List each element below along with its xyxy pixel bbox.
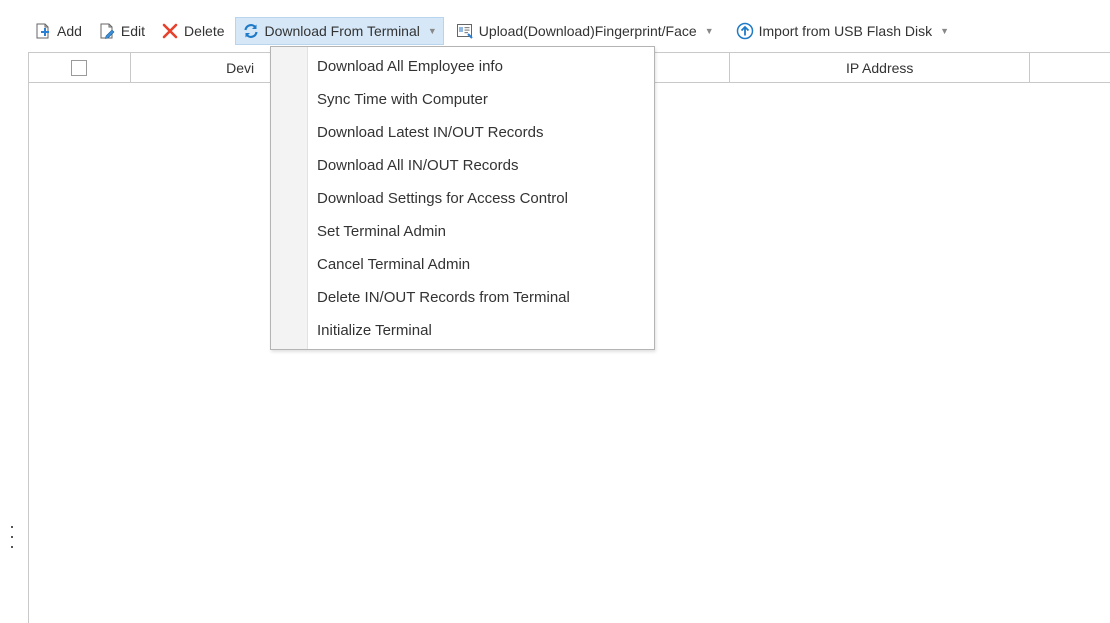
delete-icon	[161, 22, 179, 40]
download-from-terminal-button[interactable]: Download From Terminal ▼	[234, 17, 444, 45]
menu-item-sync-time[interactable]: Sync Time with Computer	[308, 84, 653, 114]
add-button[interactable]: Add	[28, 17, 88, 45]
splitter-handle[interactable]	[11, 526, 14, 548]
add-label: Add	[57, 23, 82, 39]
upload-icon	[456, 22, 474, 40]
ip-address-column-header[interactable]: IP Address	[730, 53, 1031, 83]
add-icon	[34, 22, 52, 40]
menu-item-download-latest-records[interactable]: Download Latest IN/OUT Records	[308, 117, 653, 147]
edit-button[interactable]: Edit	[92, 17, 151, 45]
menu-item-download-all-employee-info[interactable]: Download All Employee info	[308, 51, 653, 81]
menu-icon-gutter	[271, 47, 308, 349]
menu-item-label: Cancel Terminal Admin	[317, 255, 471, 273]
menu-item-cancel-terminal-admin[interactable]: Cancel Terminal Admin	[308, 249, 653, 279]
menu-item-initialize-terminal[interactable]: Initialize Terminal	[308, 315, 653, 345]
caret-down-icon: ▼	[940, 26, 950, 36]
download-from-terminal-menu: Download All Employee info Sync Time wit…	[270, 46, 655, 350]
toolbar: Add Edit Delete Download From Terminal ▼…	[28, 14, 1110, 48]
grip-dot	[11, 546, 13, 548]
menu-item-label: Download All IN/OUT Records	[317, 156, 519, 174]
delete-label: Delete	[184, 23, 225, 39]
import-usb-label: Import from USB Flash Disk	[758, 23, 933, 39]
import-usb-button[interactable]: Import from USB Flash Disk ▼	[730, 17, 955, 45]
import-icon	[736, 22, 754, 40]
select-all-column	[29, 53, 131, 83]
upload-fingerprint-face-label: Upload(Download)Fingerprint/Face	[478, 23, 697, 39]
caret-down-icon: ▼	[427, 26, 437, 36]
extra-column-header[interactable]	[1030, 53, 1110, 83]
ip-address-column-label: IP Address	[845, 60, 914, 76]
menu-item-label: Set Terminal Admin	[317, 222, 446, 240]
menu-item-set-terminal-admin[interactable]: Set Terminal Admin	[308, 216, 653, 246]
menu-item-label: Sync Time with Computer	[317, 90, 488, 108]
caret-down-icon: ▼	[704, 26, 714, 36]
menu-item-delete-records[interactable]: Delete IN/OUT Records from Terminal	[308, 282, 653, 312]
upload-fingerprint-face-button[interactable]: Upload(Download)Fingerprint/Face ▼	[450, 17, 720, 45]
menu-item-label: Download Settings for Access Control	[317, 189, 568, 207]
delete-button[interactable]: Delete	[155, 17, 230, 45]
menu-item-download-access-settings[interactable]: Download Settings for Access Control	[308, 183, 653, 213]
menu-item-label: Download All Employee info	[317, 57, 503, 75]
download-from-terminal-label: Download From Terminal	[264, 23, 420, 39]
edit-label: Edit	[120, 23, 146, 39]
device-column-label: Devi	[226, 60, 255, 76]
menu-item-label: Download Latest IN/OUT Records	[317, 123, 544, 141]
sync-icon	[242, 22, 260, 40]
menu-item-label: Initialize Terminal	[317, 321, 432, 339]
select-all-checkbox[interactable]	[71, 60, 88, 76]
menu-item-download-all-records[interactable]: Download All IN/OUT Records	[308, 150, 653, 180]
grip-dot	[11, 536, 13, 538]
grip-dot	[11, 526, 13, 528]
menu-item-label: Delete IN/OUT Records from Terminal	[317, 288, 570, 306]
edit-icon	[98, 22, 116, 40]
